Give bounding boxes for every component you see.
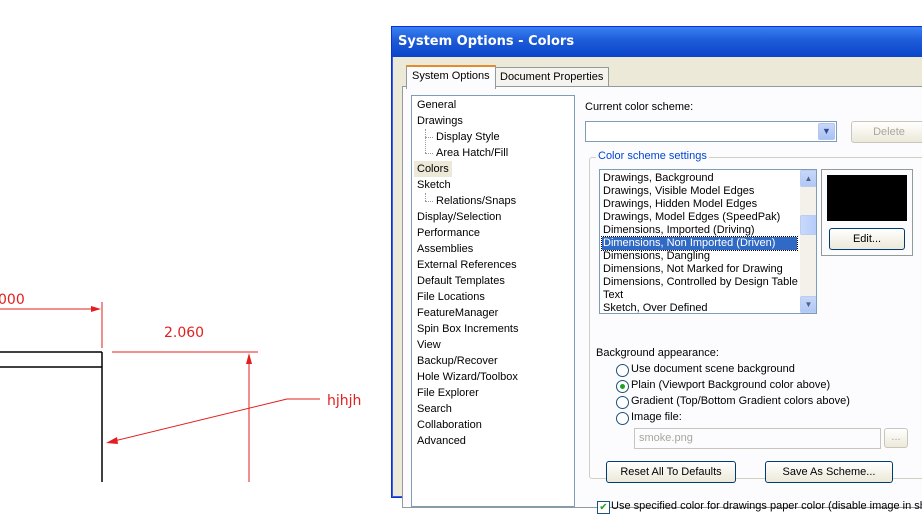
browse-button[interactable]: ... xyxy=(884,428,908,448)
reset-defaults-button[interactable]: Reset All To Defaults xyxy=(606,461,736,483)
radio-image-file-label[interactable]: Image file: xyxy=(631,411,682,423)
delete-button[interactable]: Delete xyxy=(851,121,922,143)
color-list-item[interactable]: Dimensions, Dangling xyxy=(602,250,797,263)
edit-color-button[interactable]: Edit... xyxy=(829,228,905,250)
note-text[interactable]: hjhjh xyxy=(327,393,361,409)
tree-item-collaboration[interactable]: Collaboration xyxy=(417,417,482,433)
bg-appearance-label: Background appearance: xyxy=(596,347,719,359)
color-list-item[interactable]: Sketch, Over Defined xyxy=(602,302,797,313)
tree-item-file-locations[interactable]: File Locations xyxy=(417,289,485,305)
radio-plain[interactable] xyxy=(616,380,629,393)
color-list-item[interactable]: Drawings, Hidden Model Edges xyxy=(602,198,797,211)
tree-item-general[interactable]: General xyxy=(417,97,456,113)
color-preview-box: Edit... xyxy=(821,169,913,256)
scroll-thumb[interactable] xyxy=(800,215,816,235)
color-list-item[interactable]: Dimensions, Imported (Driving) xyxy=(602,224,797,237)
image-file-input[interactable]: smoke.png xyxy=(634,428,881,449)
color-list-item[interactable]: Dimensions, Non Imported (Driven) xyxy=(601,236,798,251)
leader-arrow xyxy=(106,437,118,444)
tree-item-relations-snaps[interactable]: Relations/Snaps xyxy=(436,193,516,209)
dimension-text-2060[interactable]: 2.060 xyxy=(164,325,204,341)
radio-document-scene-label[interactable]: Use document scene background xyxy=(631,363,795,375)
tree-item-backup-recover[interactable]: Backup/Recover xyxy=(417,353,498,369)
tree-item-drawings[interactable]: Drawings xyxy=(417,113,463,129)
color-item-list[interactable]: Sketch, Over Defined Text Dimensions, Cont… xyxy=(599,169,817,314)
color-list-item[interactable]: Dimensions, Controlled by Design Table xyxy=(602,276,798,289)
dialog-title: System Options - Colors xyxy=(398,34,575,49)
group-title: Color scheme settings xyxy=(596,150,709,162)
tree-item-external-references[interactable]: External References xyxy=(417,257,517,273)
tree-item-spin-box-increments[interactable]: Spin Box Increments xyxy=(417,321,519,337)
tree-item-search[interactable]: Search xyxy=(417,401,452,417)
options-tree[interactable]: General Drawings Display Style Area Hatch/F… xyxy=(411,95,575,507)
scroll-up-icon[interactable]: ▲ xyxy=(800,170,816,187)
current-scheme-select[interactable]: ▼ xyxy=(585,121,837,142)
tree-item-area-hatch-fill[interactable]: Area Hatch/Fill xyxy=(436,145,508,161)
tree-item-default-templates[interactable]: Default Templates xyxy=(417,273,505,289)
tree-item-display-selection[interactable]: Display/Selection xyxy=(417,209,501,225)
tree-connector xyxy=(425,201,433,202)
radio-gradient[interactable] xyxy=(616,396,629,409)
leader-line xyxy=(113,398,288,442)
tree-item-display-style[interactable]: Display Style xyxy=(436,129,500,145)
current-scheme-label: Current color scheme: xyxy=(585,101,694,113)
save-as-scheme-button[interactable]: Save As Scheme... xyxy=(765,461,893,483)
tree-item-assemblies[interactable]: Assemblies xyxy=(417,241,473,257)
tree-item-performance[interactable]: Performance xyxy=(417,225,480,241)
tab-system-options[interactable]: System Options xyxy=(406,65,496,89)
scroll-down-icon[interactable]: ▼ xyxy=(800,296,816,313)
radio-plain-label[interactable]: Plain (Viewport Background color above) xyxy=(631,379,830,391)
dimension-text-left[interactable]: 000 xyxy=(0,292,25,308)
tree-connector xyxy=(425,137,433,138)
tree-item-hole-wizard-toolbox[interactable]: Hole Wizard/Toolbox xyxy=(417,369,518,385)
color-swatch xyxy=(827,175,907,221)
radio-document-scene[interactable] xyxy=(616,364,629,377)
color-list-item[interactable]: Text xyxy=(602,289,797,302)
tab-panel: General Drawings Display Style Area Hatch/F… xyxy=(402,86,922,514)
tree-item-view[interactable]: View xyxy=(417,337,441,353)
tree-item-advanced[interactable]: Advanced xyxy=(417,433,466,449)
paper-color-checkbox[interactable]: ✔ xyxy=(597,501,610,514)
list-scrollbar[interactable]: ▲ ▼ xyxy=(800,170,816,313)
tree-connector xyxy=(425,193,426,201)
chevron-down-icon[interactable]: ▼ xyxy=(818,123,835,140)
radio-image-file[interactable] xyxy=(616,412,629,425)
tree-connector xyxy=(425,153,433,154)
tree-item-file-explorer[interactable]: File Explorer xyxy=(417,385,479,401)
system-options-dialog: System Options - Colors System Options D… xyxy=(391,26,922,514)
color-list-item[interactable]: Drawings, Model Edges (SpeedPak) xyxy=(602,211,797,224)
color-list-item[interactable]: Dimensions, Not Marked for Drawing xyxy=(602,263,797,276)
tree-connector xyxy=(425,129,426,153)
radio-gradient-label[interactable]: Gradient (Top/Bottom Gradient colors abo… xyxy=(631,395,850,407)
dialog-titlebar[interactable]: System Options - Colors xyxy=(392,27,922,57)
tree-item-colors[interactable]: Colors xyxy=(414,161,452,177)
color-list-item[interactable]: Drawings, Background xyxy=(602,172,797,185)
color-list-item[interactable]: Drawings, Visible Model Edges xyxy=(602,185,797,198)
tree-item-featuremanager[interactable]: FeatureManager xyxy=(417,305,498,321)
dim-arrow-up xyxy=(246,353,252,364)
tree-item-sketch[interactable]: Sketch xyxy=(417,177,451,193)
paper-color-checkbox-label: Use specified color for drawings paper c… xyxy=(611,500,922,512)
tab-document-properties[interactable]: Document Properties xyxy=(494,67,610,87)
dim-arrow-right xyxy=(91,306,101,312)
